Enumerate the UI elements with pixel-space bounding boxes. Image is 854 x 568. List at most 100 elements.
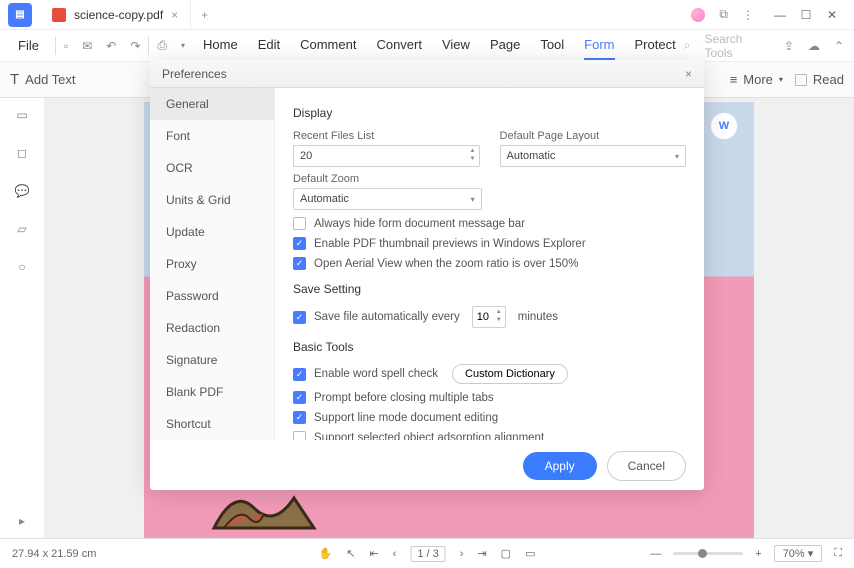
page-layout-select[interactable]: Automatic ▾ [500, 145, 687, 167]
dialog-close-button[interactable]: × [685, 67, 692, 81]
fullscreen-icon[interactable]: ⛶ [834, 547, 842, 560]
autosave-checkbox[interactable]: ✓ [293, 311, 306, 324]
sidebar-item-font[interactable]: Font [150, 120, 274, 152]
word-export-badge[interactable]: W [710, 112, 738, 140]
custom-dictionary-button[interactable]: Custom Dictionary [452, 364, 568, 384]
external-link-icon[interactable]: ⧉ [719, 7, 728, 22]
bookmarks-icon[interactable]: ◻ [17, 146, 27, 160]
sidebar-item-password[interactable]: Password [150, 280, 274, 312]
file-menu[interactable]: File [10, 38, 47, 53]
prev-page-icon[interactable]: ‹ [393, 548, 397, 560]
status-bar: 27.94 x 21.59 cm ✋ ↖ ⇤ ‹ 1 / 3 › ⇥ ▢ ▭ —… [0, 538, 854, 568]
sidebar-item-shortcut[interactable]: Shortcut [150, 408, 274, 440]
close-tab-icon[interactable]: × [171, 8, 178, 22]
aerial-view-label: Open Aerial View when the zoom ratio is … [314, 258, 578, 270]
ribbon-tabs: Home Edit Comment Convert View Page Tool… [203, 31, 676, 60]
page-number-input[interactable]: 1 / 3 [410, 546, 445, 562]
fit-width-icon[interactable]: ▭ [525, 547, 535, 560]
tab-protect[interactable]: Protect [635, 31, 676, 60]
cancel-button[interactable]: Cancel [607, 451, 686, 481]
print-dropdown-icon[interactable]: ▾ [181, 41, 185, 50]
hide-form-bar-checkbox[interactable] [293, 217, 306, 230]
new-tab-button[interactable]: + [191, 8, 218, 22]
window-maximize-button[interactable]: ☐ [794, 8, 818, 22]
tab-form[interactable]: Form [584, 31, 614, 60]
sidebar-item-general[interactable]: General [150, 88, 274, 120]
basic-tools-section-title: Basic Tools [293, 340, 686, 354]
attachments-icon[interactable]: ▱ [17, 222, 26, 236]
zoom-slider[interactable] [673, 552, 743, 555]
tab-convert[interactable]: Convert [376, 31, 422, 60]
kebab-menu-icon[interactable]: ⋮ [742, 8, 754, 22]
recent-files-input[interactable] [293, 145, 480, 167]
sidebar-item-redaction[interactable]: Redaction [150, 312, 274, 344]
line-mode-label: Support line mode document editing [314, 412, 498, 424]
thumbnail-preview-label: Enable PDF thumbnail previews in Windows… [314, 238, 586, 250]
last-page-icon[interactable]: ⇥ [477, 547, 486, 560]
pdf-file-icon [52, 8, 66, 22]
default-zoom-select[interactable]: Automatic ▾ [293, 188, 482, 210]
tab-home[interactable]: Home [203, 31, 238, 60]
page-layout-label: Default Page Layout [500, 130, 687, 142]
save-icon[interactable]: ▫ [64, 39, 68, 53]
sidebar-item-proxy[interactable]: Proxy [150, 248, 274, 280]
tab-page[interactable]: Page [490, 31, 520, 60]
thumbnail-preview-checkbox[interactable]: ✓ [293, 237, 306, 250]
redo-icon[interactable]: ↷ [130, 39, 140, 53]
line-mode-checkbox[interactable]: ✓ [293, 411, 306, 424]
read-toggle[interactable]: Read [795, 72, 844, 87]
select-tool-icon[interactable]: ↖ [346, 547, 355, 560]
share-icon[interactable]: ⇪ [784, 39, 794, 53]
read-checkbox[interactable] [795, 74, 807, 86]
search-icon[interactable]: ⌕ [684, 38, 691, 53]
zoom-out-button[interactable]: — [650, 548, 661, 560]
preferences-content: Display Recent Files List ▲▼ Default Pag… [275, 88, 704, 440]
dialog-title: Preferences [162, 67, 227, 81]
hand-tool-icon[interactable]: ✋ [319, 547, 333, 560]
apply-button[interactable]: Apply [523, 452, 597, 480]
sidebar-item-update[interactable]: Update [150, 216, 274, 248]
tab-edit[interactable]: Edit [258, 31, 280, 60]
tab-comment[interactable]: Comment [300, 31, 356, 60]
collapse-ribbon-icon[interactable]: ⌃ [834, 39, 844, 53]
first-page-icon[interactable]: ⇤ [369, 547, 378, 560]
account-avatar-icon[interactable] [691, 8, 705, 22]
undo-icon[interactable]: ↶ [106, 39, 116, 53]
app-icon: ▤ [8, 3, 32, 27]
adsorption-label: Support selected object adsorption align… [314, 432, 544, 441]
sidebar-item-ocr[interactable]: OCR [150, 152, 274, 184]
next-page-icon[interactable]: › [460, 548, 464, 560]
adsorption-checkbox[interactable] [293, 431, 306, 440]
search-tools-input[interactable]: Search Tools [704, 32, 769, 60]
thumbnails-icon[interactable]: ▭ [16, 108, 27, 122]
preferences-dialog: Preferences × General Font OCR Units & G… [150, 60, 704, 490]
autosave-pre-label: Save file automatically every [314, 311, 460, 323]
sidebar-item-units-grid[interactable]: Units & Grid [150, 184, 274, 216]
autosave-post-label: minutes [518, 311, 558, 323]
tab-view[interactable]: View [442, 31, 470, 60]
cloud-icon[interactable]: ☁ [808, 39, 820, 53]
comments-panel-icon[interactable]: 💬 [15, 184, 30, 198]
text-icon: T [10, 71, 19, 88]
more-dropdown[interactable]: ≡ More ▾ [730, 72, 783, 87]
window-minimize-button[interactable]: — [768, 8, 792, 22]
document-tab[interactable]: science-copy.pdf × [40, 0, 191, 29]
hide-form-bar-label: Always hide form document message bar [314, 218, 525, 230]
sidebar-item-blank-pdf[interactable]: Blank PDF [150, 376, 274, 408]
print-icon[interactable]: ⎙ [157, 38, 167, 53]
tab-tool[interactable]: Tool [540, 31, 564, 60]
aerial-view-checkbox[interactable]: ✓ [293, 257, 306, 270]
window-close-button[interactable]: ✕ [820, 8, 844, 22]
zoom-in-button[interactable]: + [755, 548, 761, 560]
mail-icon[interactable]: ✉ [82, 39, 92, 53]
expand-sidebar-icon[interactable]: ▸ [19, 514, 25, 528]
default-zoom-label: Default Zoom [293, 173, 482, 185]
sidebar-item-signature[interactable]: Signature [150, 344, 274, 376]
spell-check-checkbox[interactable]: ✓ [293, 368, 306, 381]
prompt-close-tabs-checkbox[interactable]: ✓ [293, 391, 306, 404]
add-text-tool[interactable]: T Add Text [10, 71, 76, 88]
zoom-level-select[interactable]: 70% ▾ [774, 545, 823, 562]
search-panel-icon[interactable]: ○ [18, 260, 25, 274]
recent-files-label: Recent Files List [293, 130, 480, 142]
fit-page-icon[interactable]: ▢ [501, 547, 511, 560]
